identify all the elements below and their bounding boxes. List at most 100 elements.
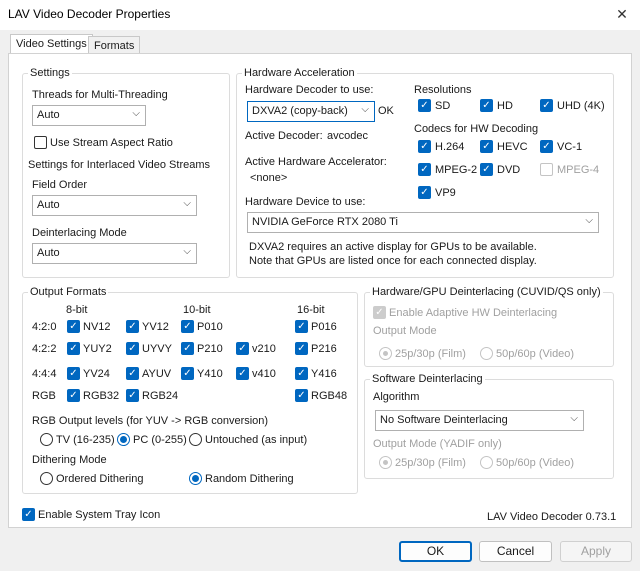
sw-deint-film-label: 25p/30p (Film) [395, 457, 466, 469]
row-420-label: 4:2:0 [32, 321, 57, 333]
levels-tv-label: TV (16-235) [56, 434, 115, 446]
sw-deint-algorithm-select[interactable]: No Software Deinterlacing ⌵ [375, 410, 584, 431]
hw-deint-video-radio[interactable] [480, 347, 493, 360]
hw-deint-enable-label: Enable Adaptive HW Deinterlacing [389, 307, 558, 319]
levels-pc-radio[interactable] [117, 433, 130, 446]
sw-deint-algorithm-label: Algorithm [373, 391, 420, 403]
row-rgb-label: RGB [32, 390, 56, 402]
levels-pc-label: PC (0-255) [133, 434, 187, 446]
levels-untouched-label: Untouched (as input) [205, 434, 308, 446]
codec-vc1-checkbox[interactable]: ✓ [540, 140, 553, 153]
fmt-yv12-label: YV12 [142, 321, 169, 333]
fmt-rgb32-checkbox[interactable]: ✓ [67, 389, 80, 402]
close-icon[interactable]: ✕ [610, 3, 634, 25]
codec-dvd-checkbox[interactable]: ✓ [480, 163, 493, 176]
chevron-down-icon: ⌵ [361, 104, 369, 115]
aspect-ratio-label: Use Stream Aspect Ratio [50, 137, 173, 149]
fmt-yv24-label: YV24 [83, 368, 110, 380]
sw-deint-group-label: Software Deinterlacing [370, 373, 485, 385]
fmt-y416-checkbox[interactable]: ✓ [295, 367, 308, 380]
codec-hevc-label: HEVC [497, 141, 528, 153]
apply-button[interactable]: Apply [560, 541, 632, 562]
fmt-uyvy-checkbox[interactable]: ✓ [126, 342, 139, 355]
hw-decoder-value: DXVA2 (copy-back) [252, 105, 348, 117]
res-sd-label: SD [435, 100, 451, 112]
fmt-nv12-checkbox[interactable]: ✓ [67, 320, 80, 333]
dither-random-radio[interactable] [189, 472, 202, 485]
deint-mode-select[interactable]: Auto ⌵ [32, 243, 197, 264]
fmt-y410-checkbox[interactable]: ✓ [181, 367, 194, 380]
codec-vp9-label: VP9 [435, 187, 456, 199]
sw-deint-output-mode-label: Output Mode (YADIF only) [373, 438, 502, 450]
fmt-uyvy-label: UYVY [142, 343, 172, 355]
fmt-rgb32-label: RGB32 [83, 390, 120, 402]
codec-mpeg2-checkbox[interactable]: ✓ [418, 163, 431, 176]
res-uhd-checkbox[interactable]: ✓ [540, 99, 553, 112]
active-accel-value: <none> [250, 172, 288, 184]
res-hd-checkbox[interactable]: ✓ [480, 99, 493, 112]
dither-ordered-label: Ordered Dithering [56, 473, 144, 485]
fmt-p016-checkbox[interactable]: ✓ [295, 320, 308, 333]
settings-group-label: Settings [28, 67, 72, 79]
fmt-ayuv-label: AYUV [142, 368, 172, 380]
fmt-v410-label: v410 [252, 368, 276, 380]
fmt-rgb24-checkbox[interactable]: ✓ [126, 389, 139, 402]
codec-vp9-checkbox[interactable]: ✓ [418, 186, 431, 199]
hw-deint-group-label: Hardware/GPU Deinterlacing (CUVID/QS onl… [370, 286, 603, 298]
codec-mpeg4-checkbox[interactable] [540, 163, 553, 176]
codec-h264-checkbox[interactable]: ✓ [418, 140, 431, 153]
hw-deint-enable-checkbox[interactable]: ✓ [373, 306, 386, 319]
fmt-v210-label: v210 [252, 343, 276, 355]
row-422-label: 4:2:2 [32, 343, 57, 355]
dither-random-label: Random Dithering [205, 473, 294, 485]
cancel-button[interactable]: Cancel [479, 541, 552, 562]
tray-icon-label: Enable System Tray Icon [38, 509, 161, 521]
field-order-label: Field Order [32, 179, 88, 191]
res-sd-checkbox[interactable]: ✓ [418, 99, 431, 112]
hw-decoder-label: Hardware Decoder to use: [245, 84, 374, 96]
chevron-down-icon: ⌵ [183, 198, 191, 209]
hw-device-label: Hardware Device to use: [245, 196, 366, 208]
col-10bit-label: 10-bit [183, 304, 211, 316]
fmt-yv24-checkbox[interactable]: ✓ [67, 367, 80, 380]
threads-select[interactable]: Auto ⌵ [32, 105, 146, 126]
active-decoder-label: Active Decoder: [245, 130, 323, 142]
threads-value: Auto [37, 109, 60, 121]
fmt-yv12-checkbox[interactable]: ✓ [126, 320, 139, 333]
levels-untouched-radio[interactable] [189, 433, 202, 446]
fmt-yuy2-checkbox[interactable]: ✓ [67, 342, 80, 355]
sw-deint-video-label: 50p/60p (Video) [496, 457, 575, 469]
fmt-p210-checkbox[interactable]: ✓ [181, 342, 194, 355]
hw-decoder-select[interactable]: DXVA2 (copy-back) ⌵ [247, 101, 375, 122]
col-8bit-label: 8-bit [66, 304, 88, 316]
fmt-ayuv-checkbox[interactable]: ✓ [126, 367, 139, 380]
codec-mpeg4-label: MPEG-4 [557, 164, 600, 176]
fmt-p216-label: P216 [311, 343, 337, 355]
sw-deint-film-radio[interactable] [379, 456, 392, 469]
tray-icon-checkbox[interactable]: ✓ [22, 508, 35, 521]
fmt-v210-checkbox[interactable]: ✓ [236, 342, 249, 355]
codec-h264-label: H.264 [435, 141, 465, 153]
fmt-p010-checkbox[interactable]: ✓ [181, 320, 194, 333]
fmt-y416-label: Y416 [311, 368, 337, 380]
fmt-p016-label: P016 [311, 321, 337, 333]
fmt-v410-checkbox[interactable]: ✓ [236, 367, 249, 380]
active-decoder-value: avcodec [327, 130, 368, 142]
sw-deint-video-radio[interactable] [480, 456, 493, 469]
ok-button[interactable]: OK [399, 541, 472, 562]
version-label: LAV Video Decoder 0.73.1 [487, 511, 617, 523]
hw-note-line2: Note that GPUs are listed once for each … [249, 255, 537, 267]
aspect-ratio-checkbox[interactable] [34, 136, 47, 149]
fmt-p216-checkbox[interactable]: ✓ [295, 342, 308, 355]
fmt-rgb48-checkbox[interactable]: ✓ [295, 389, 308, 402]
levels-tv-radio[interactable] [40, 433, 53, 446]
hw-deint-film-radio[interactable] [379, 347, 392, 360]
codec-hevc-checkbox[interactable]: ✓ [480, 140, 493, 153]
dither-ordered-radio[interactable] [40, 472, 53, 485]
col-16bit-label: 16-bit [297, 304, 325, 316]
hw-device-select[interactable]: NVIDIA GeForce RTX 2080 Ti ⌵ [247, 212, 599, 233]
window-title: LAV Video Decoder Properties [8, 7, 171, 21]
field-order-select[interactable]: Auto ⌵ [32, 195, 197, 216]
field-order-value: Auto [37, 199, 60, 211]
rgb-levels-label: RGB Output levels (for YUV -> RGB conver… [32, 415, 269, 427]
